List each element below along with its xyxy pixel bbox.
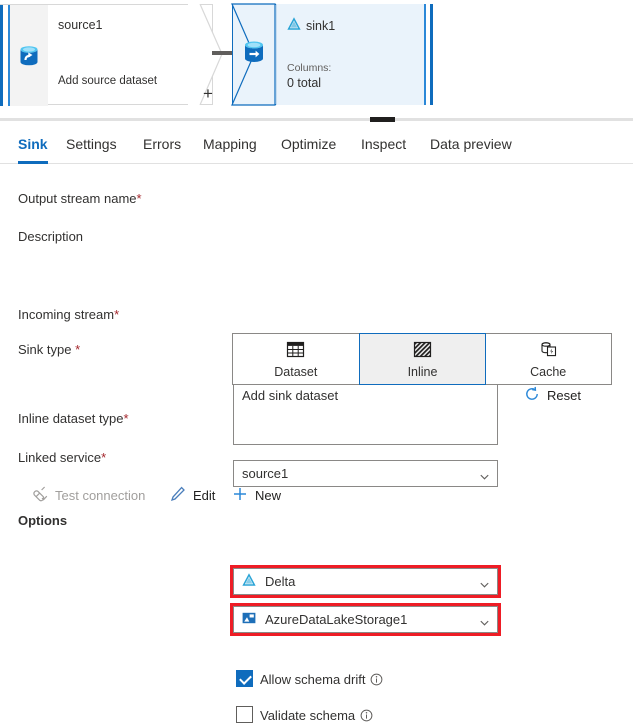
- inline-dataset-type-select[interactable]: Delta: [233, 568, 498, 595]
- canvas-divider: [0, 118, 633, 121]
- sink-type-option-cache-label: Cache: [530, 364, 567, 379]
- tab-mapping[interactable]: Mapping: [203, 128, 257, 164]
- incoming-stream-select[interactable]: source1: [233, 460, 498, 487]
- allow-schema-drift-label: Allow schema drift: [260, 672, 383, 687]
- collapse-handle[interactable]: [370, 117, 395, 122]
- source-node-subtitle: Add source dataset: [58, 75, 158, 87]
- linked-service-label: Linked service*: [18, 450, 107, 465]
- table-grid-icon: [286, 340, 305, 362]
- sink-node-name: sink1: [306, 18, 336, 33]
- delta-triangle-icon: [287, 17, 301, 34]
- new-button[interactable]: New: [232, 486, 281, 505]
- reset-button-label: Reset: [547, 388, 581, 403]
- linked-service-select[interactable]: AzureDataLakeStorage1: [233, 606, 498, 633]
- sink-type-option-inline[interactable]: Inline: [358, 333, 487, 385]
- inline-dataset-type-label: Inline dataset type*: [18, 411, 129, 426]
- cache-bolt-icon: [539, 340, 558, 362]
- allow-schema-drift-checkbox[interactable]: [236, 670, 253, 687]
- validate-schema-label: Validate schema: [260, 708, 373, 723]
- dataflow-canvas: source1 Add source dataset + sink1 Colum…: [0, 0, 633, 122]
- sink-node-columns-label: Columns:: [287, 62, 332, 74]
- test-connection-label: Test connection: [55, 488, 146, 503]
- options-label: Options: [18, 513, 68, 528]
- tab-data-preview[interactable]: Data preview: [430, 128, 512, 164]
- source-node-name: source1: [58, 18, 103, 32]
- edit-label: Edit: [193, 488, 216, 503]
- hatched-square-icon: [413, 340, 432, 362]
- chevron-down-icon: [480, 615, 489, 626]
- inline-dataset-type-value: Delta: [265, 574, 296, 589]
- linked-service-value: AzureDataLakeStorage1: [265, 612, 408, 627]
- source-node-accent-bar: [0, 5, 10, 106]
- reset-button[interactable]: Reset: [524, 386, 581, 405]
- database-sink-icon: [240, 38, 268, 66]
- validate-schema-checkbox[interactable]: [236, 706, 253, 723]
- sink-type-option-inline-label: Inline: [407, 364, 438, 379]
- add-transformation-button[interactable]: +: [203, 85, 213, 102]
- tab-inspect[interactable]: Inspect: [361, 128, 406, 164]
- description-textarea[interactable]: [233, 382, 498, 445]
- pencil-icon: [170, 486, 186, 505]
- chevron-down-icon: [480, 577, 489, 588]
- plug-check-icon: [33, 486, 49, 505]
- tab-settings[interactable]: Settings: [66, 128, 117, 164]
- required-asterisk: *: [136, 191, 142, 206]
- required-asterisk: *: [123, 411, 129, 426]
- source-node[interactable]: source1 Add source dataset: [0, 4, 213, 106]
- sink-node-body: sink1 Columns: 0 total: [276, 4, 427, 105]
- refresh-circle-icon: [524, 386, 540, 405]
- info-icon[interactable]: [370, 673, 383, 686]
- sink-node-title: sink1: [287, 17, 335, 34]
- database-source-icon: [16, 43, 42, 69]
- output-stream-name-label: Output stream name*: [18, 191, 142, 206]
- source-node-icon-cell: [10, 5, 48, 106]
- sink-type-option-dataset[interactable]: Dataset: [233, 334, 360, 384]
- sink-node-columns-value: 0 total: [287, 76, 322, 90]
- plus-icon: [232, 486, 248, 505]
- sink-node-accent-bar: [424, 4, 433, 105]
- required-asterisk: *: [75, 342, 81, 357]
- incoming-stream-value: source1: [242, 466, 289, 481]
- chevron-down-icon: [480, 469, 489, 480]
- tab-sink[interactable]: Sink: [18, 128, 48, 164]
- sink-type-segmented-control: Dataset Inline Cache: [232, 333, 612, 385]
- sink-type-option-cache[interactable]: Cache: [485, 334, 611, 384]
- new-label: New: [255, 488, 282, 503]
- required-asterisk: *: [101, 450, 107, 465]
- required-asterisk: *: [114, 307, 120, 322]
- description-label: Description: [18, 229, 84, 244]
- tab-optimize[interactable]: Optimize: [281, 128, 336, 164]
- sink-type-option-dataset-label: Dataset: [274, 364, 318, 379]
- azure-data-lake-icon: [242, 611, 256, 628]
- sink-type-label: Sink type *: [18, 342, 81, 357]
- delta-triangle-icon: [242, 573, 256, 590]
- panel-tabs: Sink Settings Errors Mapping Optimize In…: [0, 128, 633, 164]
- edit-button[interactable]: Edit: [170, 486, 215, 505]
- info-icon[interactable]: [360, 709, 373, 722]
- incoming-stream-label: Incoming stream*: [18, 307, 120, 322]
- tab-errors[interactable]: Errors: [143, 128, 181, 164]
- test-connection-button: Test connection: [33, 486, 145, 505]
